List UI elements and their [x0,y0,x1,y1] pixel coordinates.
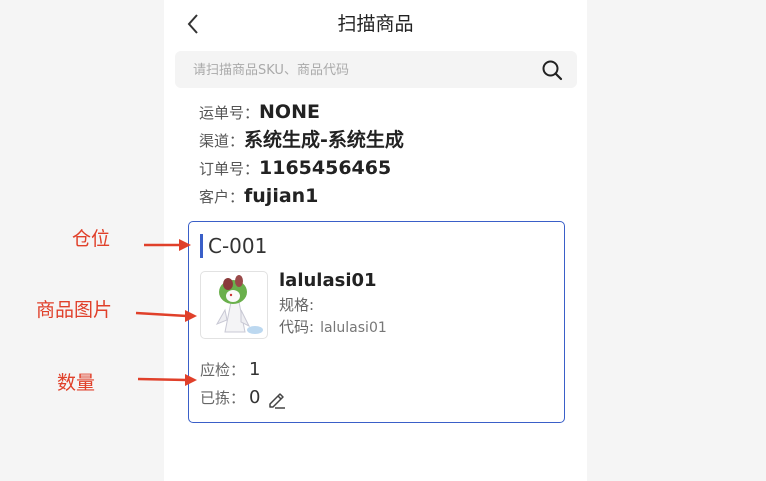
location-code: C-001 [208,234,268,258]
customer-label: 客户： [199,188,245,206]
waybill-row: 运单号：NONE [199,100,320,125]
picked-label: 已拣： [200,389,246,407]
arrow-right-icon [135,310,197,322]
product-figure-icon [215,275,263,334]
waybill-value: NONE [259,101,320,123]
location-accent-bar [200,234,203,258]
order-value: 1165456465 [259,157,392,179]
expected-value: 1 [249,359,261,380]
arrow-right-icon [137,374,197,386]
annotation-quantity: 数量 [57,372,96,394]
channel-label: 渠道： [199,132,245,150]
customer-value: fujian1 [244,185,319,207]
waybill-label: 运单号： [199,104,260,122]
spec-label: 规格: [279,296,315,314]
code-value: lalulasi01 [320,320,387,336]
annotation-location: 仓位 [72,228,111,250]
code-row: 代码: lalulasi01 [279,316,387,339]
customer-row: 客户：fujian1 [199,184,318,209]
channel-row: 渠道：系统生成-系统生成 [199,128,404,153]
picked-qty-row: 已拣： 0 [200,386,287,410]
edit-pencil-icon[interactable] [267,389,287,409]
order-row: 订单号：1165456465 [199,156,391,181]
code-label: 代码: [279,318,315,336]
search-icon[interactable] [541,59,563,81]
arrow-right-icon [144,239,191,251]
picked-value: 0 [249,387,261,408]
expected-label: 应检： [200,361,246,379]
spec-row: 规格: [279,294,314,316]
product-image[interactable] [200,271,268,339]
expected-qty-row: 应检： 1 [200,358,260,382]
order-label: 订单号： [199,160,260,178]
search-bar [175,51,577,90]
search-input[interactable] [191,51,525,90]
annotation-product-image: 商品图片 [36,299,113,321]
page-title: 扫描商品 [337,13,414,35]
channel-value: 系统生成-系统生成 [244,129,404,151]
product-name: lalulasi01 [279,270,377,291]
